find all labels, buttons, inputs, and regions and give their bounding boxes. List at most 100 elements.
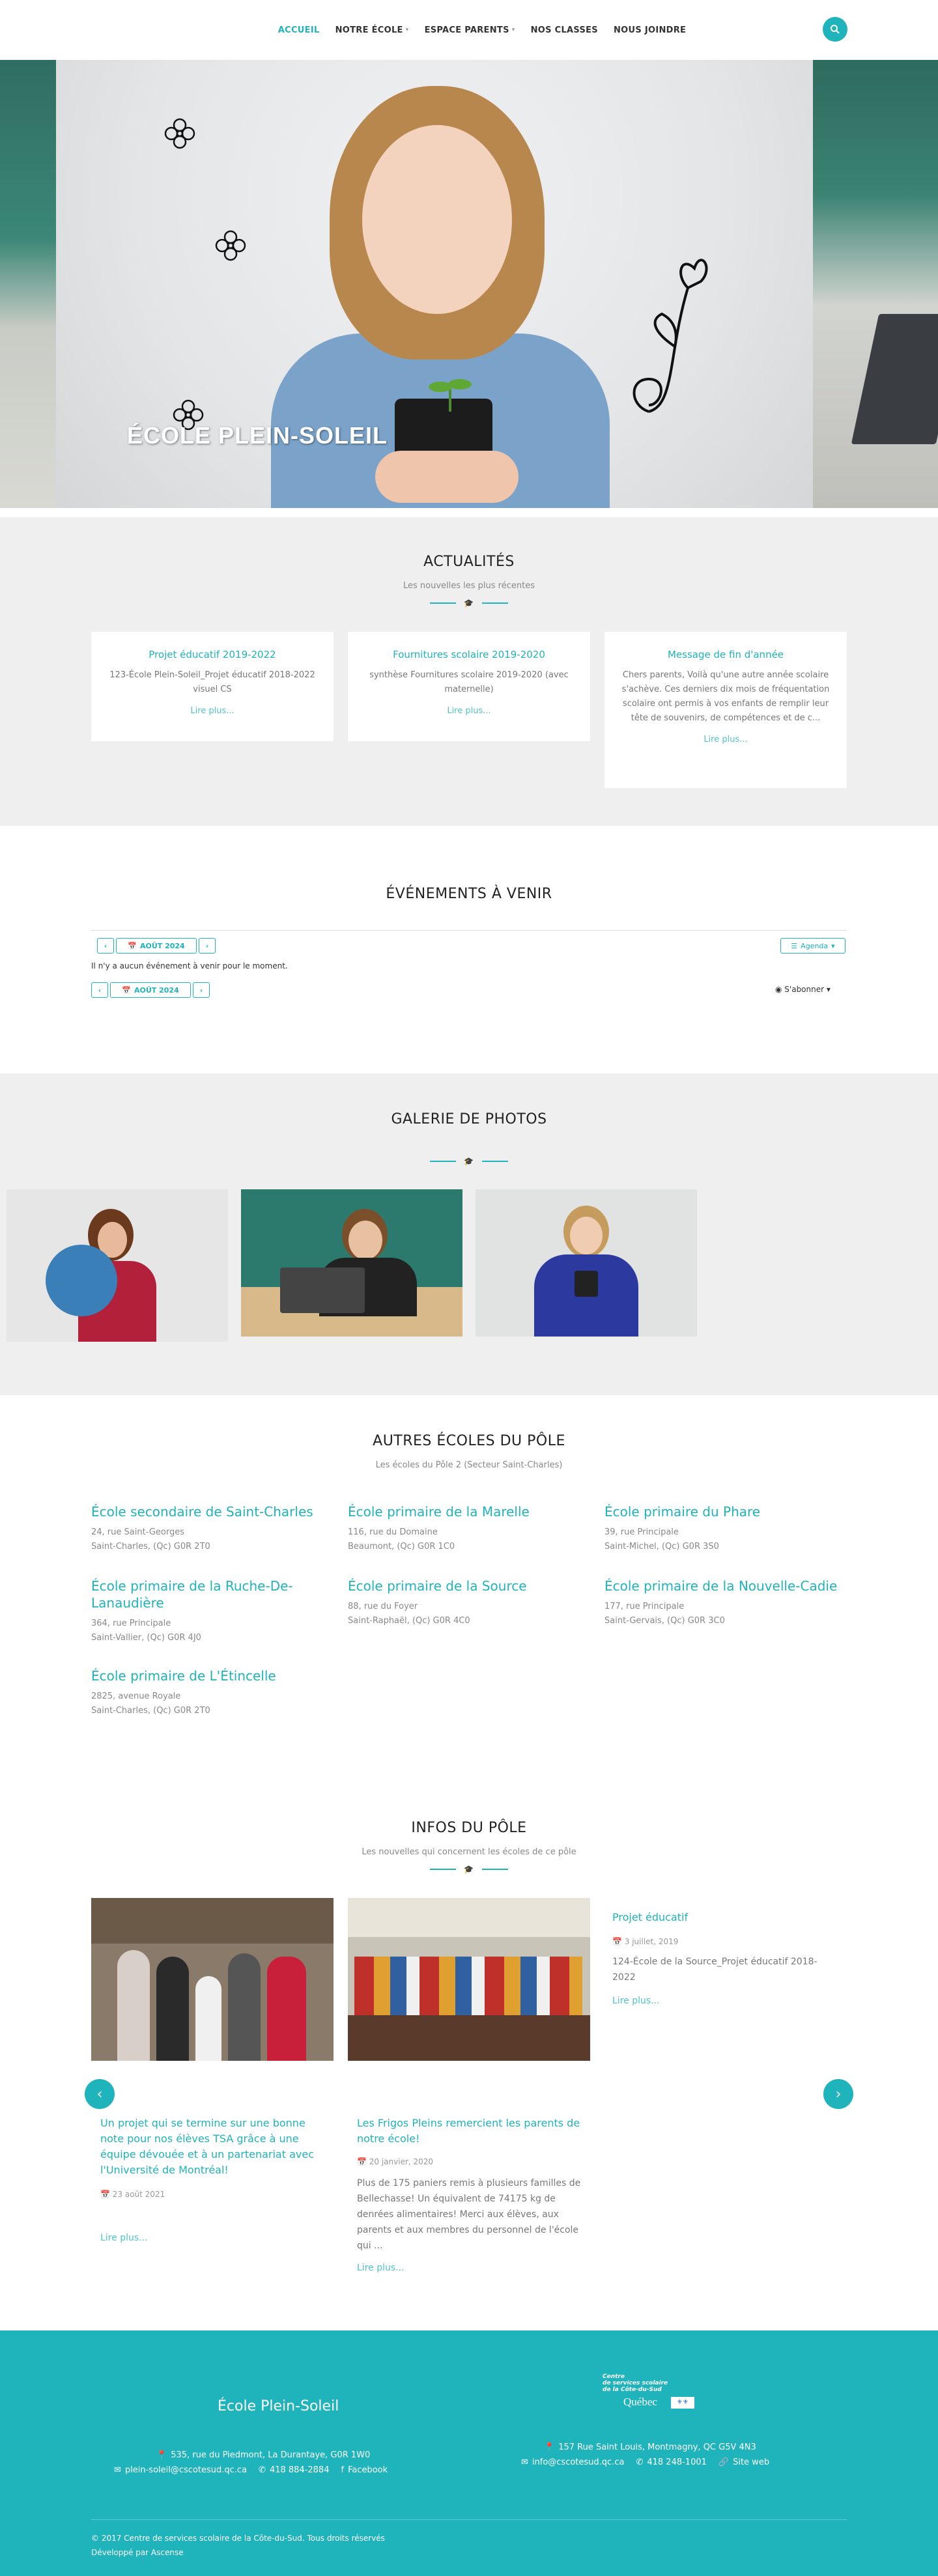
empty-events-message: Il n'y a aucun événement à venir pour le… (91, 961, 288, 970)
gallery-photo[interactable] (241, 1189, 462, 1337)
phone-icon: ✆ (636, 2457, 644, 2467)
cs-address-text: 157 Rue Saint Louis, Montmagny, QC G5V 4… (558, 2442, 756, 2452)
calendar-icon: 📅 (357, 2157, 369, 2166)
photo-shape (117, 1950, 150, 2061)
footer-address-row: 📍 535, rue du Piedmont, La Durantaye, G0R… (156, 2450, 370, 2460)
logo-line: de services scolaire (603, 2380, 668, 2386)
photo-shape (156, 1957, 189, 2061)
site-header: ACCUEIL NOTRE ÉCOLE ▾ ESPACE PARENTS ▾ NOS… (0, 0, 938, 60)
carousel-prev-button[interactable]: ‹ (85, 2079, 115, 2109)
search-button[interactable] (823, 17, 847, 42)
school-name-link[interactable]: École primaire de la Nouvelle-Cadie (604, 1578, 847, 1594)
school-name-link[interactable]: École primaire de la Ruche-De-Lanaudière (91, 1578, 313, 1611)
chevron-left-icon: ‹ (104, 941, 107, 950)
read-more-link[interactable]: Lire plus... (612, 1996, 660, 2006)
cs-site[interactable]: 🔗 Site web (718, 2457, 769, 2467)
site-footer: École Plein-Soleil Centre de services sc… (0, 2330, 938, 2576)
laptop-shape (851, 314, 938, 444)
school-name-link[interactable]: École primaire du Phare (604, 1503, 839, 1520)
nav-item-nos-classes[interactable]: NOS CLASSES (531, 25, 598, 35)
footer-address: 📍 535, rue du Piedmont, La Durantaye, G0R… (156, 2450, 370, 2460)
gallery-title: GALERIE DE PHOTOS (391, 1111, 547, 1127)
news-card-title[interactable]: Projet éducatif 2019-2022 (103, 649, 322, 660)
search-icon (831, 25, 840, 34)
news-card-title[interactable]: Message de fin d'année (616, 649, 835, 660)
school-address: 88, rue du Foyer (348, 1602, 418, 1611)
groceries-shape (354, 1957, 582, 2015)
footer-divider (91, 2519, 847, 2520)
prev-month-button[interactable]: ‹ (91, 982, 108, 998)
cs-logo[interactable]: Centre de services scolaire de la Côte-d… (603, 2373, 707, 2411)
calendar-icon: 📅 (100, 2190, 113, 2199)
footer-facebook[interactable]: f Facebook (341, 2465, 388, 2475)
nav-item-espace-parents[interactable]: ESPACE PARENTS ▾ (425, 25, 515, 35)
subscribe-label: S'abonner (784, 985, 825, 994)
schools-title: AUTRES ÉCOLES DU PÔLE (373, 1433, 565, 1449)
main-nav: ACCUEIL NOTRE ÉCOLE ▾ ESPACE PARENTS ▾ NOS… (278, 25, 686, 35)
copyright: © 2017 Centre de services scolaire de la… (91, 2534, 385, 2543)
news-card-title[interactable]: Fournitures scolaire 2019-2020 (360, 649, 578, 660)
cs-email[interactable]: ✉ info@cscotesud.qc.ca (521, 2457, 624, 2467)
photo-shape (228, 1953, 261, 2061)
read-more-link[interactable]: Lire plus... (360, 706, 578, 716)
school-item: École secondaire de Saint-Charles 24, ru… (91, 1503, 326, 1554)
read-more-link[interactable]: Lire plus... (357, 2263, 405, 2273)
read-more-link[interactable]: Lire plus... (103, 706, 322, 716)
post-title-link[interactable]: Un projet qui se termine sur une bonne n… (100, 2116, 328, 2178)
hero-title: ÉCOLE PLEIN-SOLEIL (127, 422, 388, 449)
photo-shape (348, 2015, 590, 2061)
news-card: Message de fin d'année Chers parents, Vo… (604, 632, 847, 788)
month-picker-button[interactable]: 📅 AOÛT 2024 (116, 938, 197, 954)
cs-site-text: Site web (733, 2457, 770, 2467)
photo-shape (91, 1898, 334, 1944)
section-divider: 🎓 (430, 599, 508, 608)
nav-item-notre-ecole[interactable]: NOTRE ÉCOLE ▾ (335, 25, 409, 35)
post-title-link[interactable]: Les Frigos Pleins remercient les parents… (357, 2116, 585, 2147)
list-icon: ☰ (791, 941, 798, 950)
footer-email[interactable]: ✉ plein-soleil@cscotesud.qc.ca (114, 2465, 247, 2475)
nav-item-accueil[interactable]: ACCUEIL (278, 25, 320, 35)
credits[interactable]: Développé par Ascense (91, 2548, 184, 2557)
next-month-button[interactable]: › (193, 982, 210, 998)
school-city: Saint-Michel, (Qc) G0R 3S0 (604, 1542, 719, 1551)
chevron-down-icon: ▾ (405, 27, 409, 33)
gallery-photo[interactable] (476, 1189, 697, 1337)
prev-month-button[interactable]: ‹ (97, 938, 114, 954)
view-select[interactable]: ☰ Agenda ▾ (780, 938, 846, 954)
school-city: Beaumont, (Qc) G0R 1C0 (348, 1542, 455, 1551)
nav-label: NOTRE ÉCOLE (335, 25, 403, 35)
hero-side-image (0, 60, 56, 508)
subscribe-button[interactable]: ◉ S'abonner ▾ (775, 985, 831, 994)
link-icon: 🔗 (718, 2457, 730, 2467)
footer-address-text: 535, rue du Piedmont, La Durantaye, G0R … (171, 2450, 371, 2460)
nav-item-nous-joindre[interactable]: NOUS JOINDRE (614, 25, 686, 35)
next-month-button[interactable]: › (199, 938, 216, 954)
nav-label: ESPACE PARENTS (424, 25, 509, 35)
carousel-next-button[interactable]: › (823, 2079, 853, 2109)
school-item: École primaire de la Marelle 116, rue du… (348, 1503, 582, 1554)
post-image[interactable] (91, 1898, 334, 2061)
read-more-link[interactable]: Lire plus... (616, 735, 835, 744)
gallery-photo[interactable] (7, 1189, 228, 1342)
read-more-link[interactable]: Lire plus... (100, 2233, 148, 2243)
school-item: École primaire de la Nouvelle-Cadie 177,… (604, 1578, 847, 1628)
calendar-icon: 📅 (128, 941, 137, 950)
chevron-right-icon: › (835, 2086, 842, 2102)
post-title-link[interactable]: Projet éducatif (612, 1910, 834, 1925)
cs-phone[interactable]: ✆ 418 248-1001 (636, 2457, 706, 2467)
school-name-link[interactable]: École primaire de la Marelle (348, 1503, 582, 1520)
month-picker-button[interactable]: 📅 AOÛT 2024 (110, 982, 191, 998)
fleur-de-lis-icon: ⚜⚜ (671, 2397, 694, 2409)
school-name-link[interactable]: École secondaire de Saint-Charles (91, 1503, 326, 1520)
envelope-icon: ✉ (114, 2465, 121, 2475)
footer-phone[interactable]: ✆ 418 884-2884 (259, 2465, 329, 2475)
hero-banner: ÉCOLE PLEIN-SOLEIL (0, 60, 938, 508)
plant-icon (429, 379, 472, 412)
nav-label: ACCUEIL (277, 25, 320, 35)
school-name-link[interactable]: École primaire de la Source (348, 1578, 582, 1594)
school-item: École primaire de L'Étincelle 2825, aven… (91, 1667, 326, 1718)
school-city: Saint-Raphaël, (Qc) G0R 4C0 (348, 1616, 470, 1626)
post-image[interactable] (348, 1898, 590, 2061)
school-name-link[interactable]: École primaire de L'Étincelle (91, 1667, 326, 1684)
school-address: 116, rue du Domaine (348, 1527, 438, 1537)
